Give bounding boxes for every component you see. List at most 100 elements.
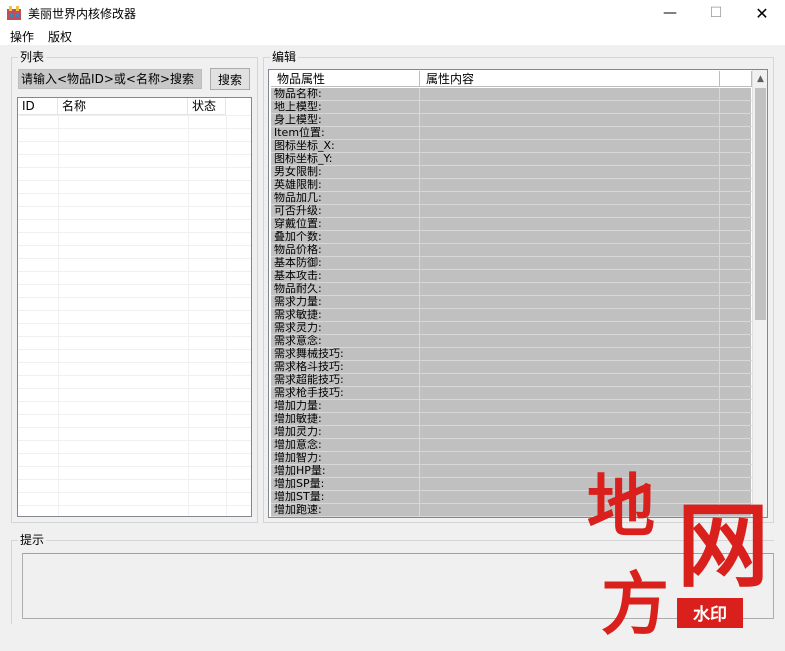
property-row[interactable]: 地上模型:	[271, 101, 752, 114]
property-value-cell[interactable]	[420, 322, 720, 334]
listview-grid	[18, 115, 251, 516]
property-name: 图标坐标_X:	[271, 140, 420, 152]
property-value-cell[interactable]	[420, 166, 720, 178]
search-button[interactable]: 搜索	[210, 68, 250, 90]
property-row[interactable]: 物品价格:	[271, 244, 752, 257]
property-value-cell[interactable]	[420, 127, 720, 139]
vertical-scrollbar[interactable]: ▲	[752, 70, 767, 517]
property-name: 增加SP量:	[271, 478, 420, 490]
property-extra-cell	[720, 114, 751, 126]
property-extra-cell	[720, 348, 751, 360]
column-header-status[interactable]: 状态	[188, 98, 226, 114]
property-extra-cell	[720, 88, 751, 100]
property-grid[interactable]: 物品属性 属性内容 物品名称: 地上模型: 身上模型: Item位置: 图标坐标_X: 图…	[268, 69, 768, 518]
property-value-cell[interactable]	[420, 296, 720, 308]
property-name: 物品价格:	[271, 244, 420, 256]
property-extra-cell	[720, 231, 751, 243]
menu-item-copyright[interactable]: 版权	[48, 28, 72, 45]
property-extra-cell	[720, 322, 751, 334]
property-row[interactable]: 增加灵力:	[271, 426, 752, 439]
property-row[interactable]: 增加意念:	[271, 439, 752, 452]
property-value-cell[interactable]	[420, 88, 720, 100]
property-value-cell[interactable]	[420, 257, 720, 269]
property-value-cell[interactable]	[420, 335, 720, 347]
property-name: 增加智力:	[271, 452, 420, 464]
property-extra-cell	[720, 283, 751, 295]
property-value-cell[interactable]	[420, 140, 720, 152]
property-row[interactable]: 需求意念:	[271, 335, 752, 348]
property-name: 需求舞械技巧:	[271, 348, 420, 360]
property-extra-cell	[720, 153, 751, 165]
property-row[interactable]: 需求超能技巧:	[271, 374, 752, 387]
grid-divider	[58, 115, 59, 516]
property-row[interactable]: 可否升级:	[271, 205, 752, 218]
property-row[interactable]: 物品加几:	[271, 192, 752, 205]
property-value-cell[interactable]	[420, 309, 720, 321]
property-row[interactable]: 物品耐久:	[271, 283, 752, 296]
property-grid-header: 物品属性 属性内容	[271, 71, 752, 87]
property-row[interactable]: 物品名称:	[271, 88, 752, 101]
scrollbar-thumb[interactable]	[755, 88, 766, 320]
property-value-cell[interactable]	[420, 387, 720, 399]
property-row[interactable]: 增加敏捷:	[271, 413, 752, 426]
property-value-cell[interactable]	[420, 348, 720, 360]
property-name: 增加HP量:	[271, 465, 420, 477]
minimize-button[interactable]: —	[647, 0, 693, 26]
property-name: 需求敏捷:	[271, 309, 420, 321]
property-value-cell[interactable]	[420, 426, 720, 438]
menu-item-operate[interactable]: 操作	[10, 28, 34, 45]
scroll-up-arrow-icon[interactable]: ▲	[753, 71, 767, 87]
property-row[interactable]: 男女限制:	[271, 166, 752, 179]
property-row[interactable]: 需求敏捷:	[271, 309, 752, 322]
property-value-cell[interactable]	[420, 270, 720, 282]
property-value-cell[interactable]	[420, 153, 720, 165]
property-row[interactable]: 需求格斗技巧:	[271, 361, 752, 374]
list-caption: 列表	[18, 50, 47, 64]
property-value-cell[interactable]	[420, 439, 720, 451]
property-row[interactable]: 图标坐标_X:	[271, 140, 752, 153]
property-name: 物品加几:	[271, 192, 420, 204]
property-row[interactable]: 需求舞械技巧:	[271, 348, 752, 361]
property-row[interactable]: 英雄限制:	[271, 179, 752, 192]
property-row[interactable]: 需求枪手技巧:	[271, 387, 752, 400]
property-row[interactable]: 需求灵力:	[271, 322, 752, 335]
property-value-cell[interactable]	[420, 205, 720, 217]
property-value-cell[interactable]	[420, 283, 720, 295]
property-row[interactable]: 基本攻击:	[271, 270, 752, 283]
window-title: 美丽世界内核修改器	[28, 7, 137, 21]
property-value-cell[interactable]	[420, 179, 720, 191]
property-extra-cell	[720, 387, 751, 399]
property-extra-cell	[720, 101, 751, 113]
menu-bar: 操作 版权	[0, 26, 785, 45]
property-value-cell[interactable]	[420, 361, 720, 373]
property-value-cell[interactable]	[420, 192, 720, 204]
property-row[interactable]: 基本防御:	[271, 257, 752, 270]
property-row[interactable]: 需求力量:	[271, 296, 752, 309]
property-value-cell[interactable]	[420, 413, 720, 425]
property-value-cell[interactable]	[420, 244, 720, 256]
property-value-cell[interactable]	[420, 374, 720, 386]
item-listview[interactable]: ID 名称 状态	[17, 97, 252, 517]
close-button[interactable]: ✕	[739, 0, 785, 26]
edit-caption: 编辑	[270, 50, 299, 64]
property-name: 增加ST量:	[271, 491, 420, 503]
property-value-cell[interactable]	[420, 101, 720, 113]
watermark-stamp: 地 方 网 水印	[587, 468, 769, 640]
property-row[interactable]: 图标坐标_Y:	[271, 153, 752, 166]
property-row[interactable]: 穿戴位置:	[271, 218, 752, 231]
property-row[interactable]: 增加力量:	[271, 400, 752, 413]
property-value-cell[interactable]	[420, 114, 720, 126]
property-row[interactable]: 身上模型:	[271, 114, 752, 127]
search-input[interactable]: 请输入<物品ID>或<名称>搜索	[18, 69, 202, 89]
column-header-value[interactable]: 属性内容	[420, 71, 720, 87]
property-value-cell[interactable]	[420, 218, 720, 230]
column-header-name[interactable]: 名称	[58, 98, 188, 114]
maximize-button[interactable]: ☐	[693, 0, 739, 26]
property-value-cell[interactable]	[420, 400, 720, 412]
property-row[interactable]: 叠加个数:	[271, 231, 752, 244]
property-row[interactable]: Item位置:	[271, 127, 752, 140]
column-header-id[interactable]: ID	[18, 98, 58, 114]
property-value-cell[interactable]	[420, 231, 720, 243]
property-name: 物品名称:	[271, 88, 420, 100]
column-header-property[interactable]: 物品属性	[271, 71, 420, 87]
